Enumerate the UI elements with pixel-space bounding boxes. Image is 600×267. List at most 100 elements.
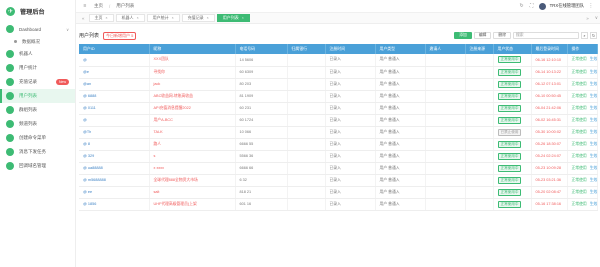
user-type-cell: 用户 普通入 (375, 198, 426, 211)
tab-scroll-right-icon[interactable]: » (584, 16, 591, 21)
tab-scroll-left-icon[interactable]: « (80, 16, 87, 21)
table-row[interactable]: @e 寻找你 60 6309 已录入 用户 普通入 正常使用中 06-14 10:13:2… (79, 66, 598, 79)
sidebar-item[interactable]: 充值记录 New (0, 75, 75, 89)
sidebar-item[interactable]: 数据概况 (0, 36, 75, 47)
complete-action[interactable]: 生效完成 (590, 94, 596, 98)
enable-action[interactable]: 正常使用 (572, 57, 587, 61)
enable-action[interactable]: 正常使用 (572, 130, 587, 134)
edit-button[interactable]: 编辑 (473, 32, 492, 39)
collapse-icon[interactable]: ≡ (82, 3, 88, 9)
close-icon[interactable]: × (137, 16, 139, 20)
enable-action[interactable]: 正常使用 (572, 202, 587, 206)
sidebar-item[interactable]: 消息下发任务 (0, 145, 75, 159)
inviter-cell (425, 78, 466, 91)
sidebar-item[interactable]: 机器人 (0, 47, 75, 61)
complete-action[interactable]: 生效完成 (590, 190, 596, 194)
close-icon[interactable]: × (207, 16, 209, 20)
tab[interactable]: 机器人 × (115, 14, 145, 22)
complete-action[interactable]: 生效完成 (590, 202, 596, 206)
search-input[interactable]: 搜索 (513, 32, 579, 39)
topbar-right: ↻ ⛶ TRX在线管理团队 ⋮ (519, 2, 600, 10)
status-badge: 正常使用中 (497, 164, 522, 172)
enable-action[interactable]: 正常使用 (572, 118, 587, 122)
bank-cell (287, 150, 326, 163)
bank-cell (287, 126, 326, 139)
column-header[interactable]: 用户状态 (493, 44, 532, 54)
fullscreen-icon[interactable]: ⛶ (529, 3, 535, 9)
tab[interactable]: 主页 × (88, 14, 114, 22)
add-button[interactable]: 添加 (454, 32, 472, 39)
pay-icon (6, 78, 14, 86)
sidebar-item[interactable]: 频道列表 (0, 117, 75, 131)
enable-action[interactable]: 正常使用 (572, 94, 587, 98)
brand[interactable]: ✈ 管理后台 (0, 0, 75, 22)
enable-action[interactable]: 正常使用 (572, 190, 587, 194)
complete-action[interactable]: 生效完成 (590, 130, 596, 134)
tab[interactable]: 用户统计 × (146, 14, 180, 22)
sidebar-menu: Dashboard ∨ 数据概况 机器人 用户统计 充值记录 New 用户列表 群组列表 频道列表… (0, 22, 75, 173)
table-row[interactable]: @Th TALK 10 066 已录入 用户 普通入 已禁止使用 05-30 10:00:… (79, 126, 598, 139)
sidebar-item[interactable]: 创建命令菜单 (0, 131, 75, 145)
chevron-down-icon: ∨ (66, 26, 69, 32)
enable-action[interactable]: 正常使用 (572, 106, 587, 110)
column-header[interactable]: 归属银行 (287, 44, 326, 54)
sidebar-item[interactable]: 用户统计 (0, 61, 75, 75)
table-row[interactable]: @ 0111 API充值消息提醒2022 60 231 已录入 用户 普通入 正常使用中 0… (79, 102, 598, 115)
column-header[interactable]: 注册来源 (465, 44, 494, 54)
table-row[interactable]: @ 1856 UHF代理高级管理员(上架 601 16 已录入 用户 普通入 正常使用中 0… (79, 198, 598, 211)
complete-action[interactable]: 生效完成 (590, 118, 596, 122)
complete-action[interactable]: 生效完成 (590, 70, 596, 74)
sidebar-item[interactable]: 群组列表 (0, 103, 75, 117)
user-id-cell: @ ua88888 (79, 162, 150, 175)
tab[interactable]: 充值记录 × (181, 14, 215, 22)
table-row[interactable]: @ ee salt 818 21 已录入 用户 普通入 正常使用中 05-20 02:08:… (79, 186, 598, 199)
user-name[interactable]: TRX在线管理团队 (550, 3, 584, 9)
complete-action[interactable]: 生效完成 (590, 178, 596, 182)
table-row[interactable]: @ 8 路人 6666 55 已录入 用户 普通入 正常使用中 05-26 18:30:07… (79, 138, 598, 151)
refresh-button[interactable]: ↻ (590, 32, 597, 39)
table-row[interactable]: @an jack 80 203 已录入 用户 普通入 正常使用中 06-12 07:13:… (79, 78, 598, 91)
chevron-down-icon[interactable]: ∨ (593, 15, 600, 21)
breadcrumb-home[interactable]: 主页 (94, 3, 103, 9)
column-header[interactable]: 用户类型 (375, 44, 426, 54)
nickname-cell: UHF代理高级管理员(上架 (149, 198, 236, 211)
column-header[interactable]: 昵称 (149, 44, 236, 54)
table-row[interactable]: @ m5688888 全球代理888全物资大市场 6 32 已录入 用户 普通入 正常使用… (79, 174, 598, 187)
delete-button[interactable]: 删除 (493, 32, 511, 39)
complete-action[interactable]: 生效完成 (590, 166, 596, 170)
close-icon[interactable]: × (172, 16, 174, 20)
more-icon[interactable]: ⋮ (588, 3, 594, 9)
sidebar-item[interactable]: Dashboard ∨ (0, 22, 75, 36)
table-row[interactable]: @ ua88888 x xxxx 6666 66 已录入 用户 普通入 正常使用中 05-2… (79, 162, 598, 175)
column-header[interactable]: 邀请人 (425, 44, 466, 54)
enable-action[interactable]: 正常使用 (572, 82, 587, 86)
complete-action[interactable]: 生效完成 (590, 57, 596, 61)
close-icon[interactable]: × (106, 16, 108, 20)
table-row[interactable]: @ XXX团队 14 5606 已录入 用户 普通入 正常使用中 06-16 12:10:… (79, 54, 598, 67)
enable-action[interactable]: 正常使用 (572, 178, 587, 182)
table-row[interactable]: @ 6888 ABC收益网-转账高收益 81 1909 已录入 用户 普通入 正常使用中 0… (79, 90, 598, 103)
column-header[interactable]: 用户ID (79, 44, 150, 54)
sidebar-item[interactable]: 回调域名管理 (0, 159, 75, 173)
column-header[interactable]: 最后登录时间 (531, 44, 568, 54)
search-icon[interactable]: ⌕ (581, 32, 588, 39)
refresh-icon[interactable]: ↻ (519, 3, 525, 9)
avatar[interactable] (538, 2, 546, 10)
complete-action[interactable]: 生效完成 (590, 106, 596, 110)
enable-action[interactable]: 正常使用 (572, 154, 587, 158)
table-row[interactable]: @ 329 s 5566 36 已录入 用户 普通入 正常使用中 05-24 02:24:0… (79, 150, 598, 163)
table-row[interactable]: @ 用户A-BCC 60 1724 已录入 用户 普通入 正常使用中 06-02 16:4… (79, 114, 598, 127)
column-header[interactable]: 注册时间 (325, 44, 376, 54)
sidebar-item[interactable]: 用户列表 (0, 89, 75, 103)
complete-action[interactable]: 生效完成 (590, 142, 596, 146)
tab[interactable]: 用户列表 × (216, 14, 250, 22)
complete-action[interactable]: 生效完成 (590, 82, 596, 86)
column-header[interactable]: 电话号码 (235, 44, 288, 54)
enable-action[interactable]: 正常使用 (572, 142, 587, 146)
close-icon[interactable]: × (242, 16, 244, 20)
column-header[interactable]: 操作 (567, 44, 598, 54)
enable-action[interactable]: 正常使用 (572, 70, 587, 74)
user-id-cell: @an (79, 78, 150, 91)
complete-action[interactable]: 生效完成 (590, 154, 596, 158)
enable-action[interactable]: 正常使用 (572, 166, 587, 170)
